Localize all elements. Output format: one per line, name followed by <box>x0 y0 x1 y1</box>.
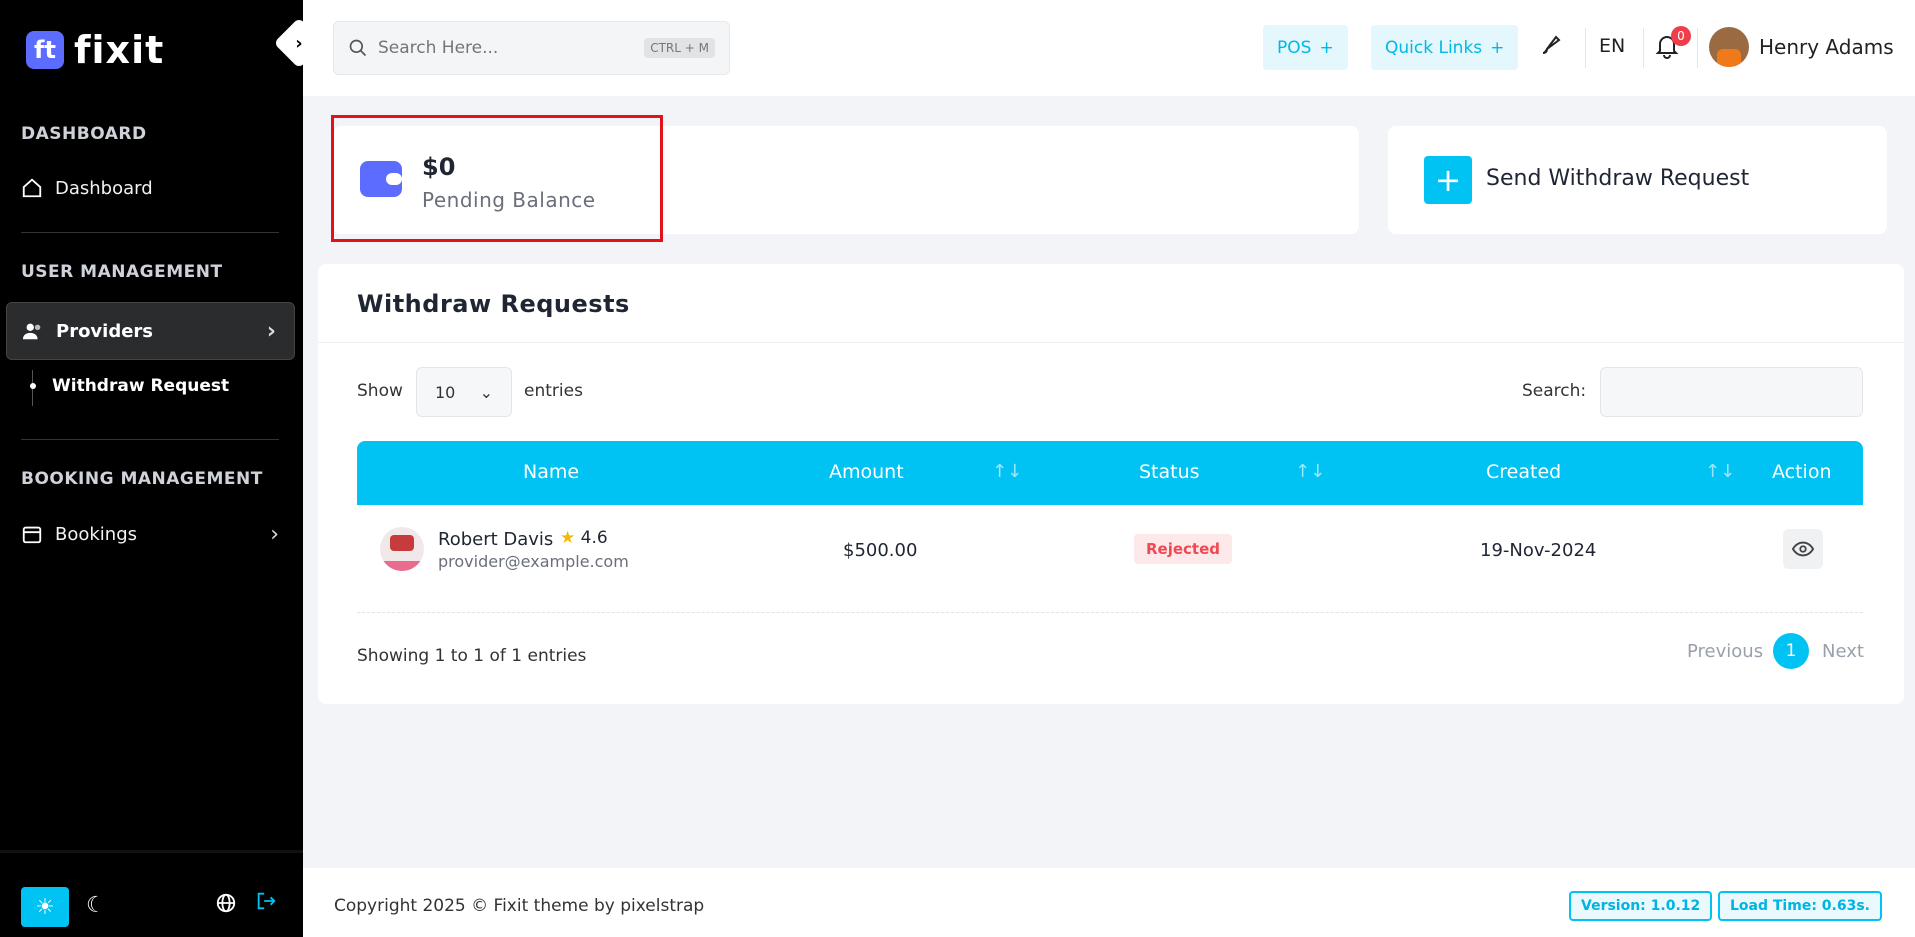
sidebar-subitem-withdraw-request[interactable]: Withdraw Request <box>30 376 229 396</box>
table-search-input[interactable] <box>1600 367 1863 417</box>
show-label: Show <box>357 381 403 401</box>
column-amount[interactable]: Amount <box>829 461 904 483</box>
sidebar-item-label: Bookings <box>55 523 138 545</box>
sort-icon[interactable]: ↑↓ <box>1705 461 1735 482</box>
brush-icon[interactable] <box>1539 33 1563 57</box>
sidebar-subitem-label: Withdraw Request <box>52 376 230 396</box>
sidebar-item-providers[interactable]: Providers › <box>6 302 295 360</box>
section-dashboard-heading: DASHBOARD <box>21 124 147 144</box>
global-search[interactable]: CTRL + M <box>333 21 730 75</box>
light-mode-toggle[interactable]: ☀ <box>21 887 69 927</box>
sidebar: ft fixit DASHBOARD Dashboard USER MANAGE… <box>0 0 303 937</box>
bullet-icon <box>30 383 36 389</box>
page-size-value: 10 <box>435 382 456 402</box>
status-badge: Rejected <box>1134 534 1233 564</box>
search-icon <box>349 39 367 57</box>
star-icon: ★ <box>560 528 576 548</box>
rating-value: 4.6 <box>580 528 608 548</box>
provider-email: provider@example.com <box>438 552 629 571</box>
top-header: CTRL + M POS + Quick Links + EN 0 Henry Ad… <box>303 0 1915 96</box>
page-title: Withdraw Requests <box>357 290 630 318</box>
version-badge: Version: 1.0.12 <box>1569 891 1713 921</box>
language-selector[interactable]: EN <box>1599 35 1625 57</box>
sidebar-divider <box>21 439 279 440</box>
header-divider <box>1697 28 1698 68</box>
copyright: Copyright 2025 © Fixit theme by pixelstr… <box>334 896 705 916</box>
send-withdraw-request-label[interactable]: Send Withdraw Request <box>1486 166 1749 191</box>
section-booking-management-heading: BOOKING MANAGEMENT <box>21 469 263 489</box>
globe-icon[interactable] <box>215 892 237 914</box>
search-input[interactable] <box>378 38 635 58</box>
chevron-down-icon: ⌄ <box>479 382 493 402</box>
plus-icon: + <box>1319 37 1334 58</box>
chevron-right-icon: › <box>270 521 279 547</box>
column-created[interactable]: Created <box>1486 461 1561 483</box>
column-action: Action <box>1772 461 1832 483</box>
logo-text: fixit <box>74 28 165 72</box>
sidebar-item-label: Dashboard <box>55 177 153 199</box>
eye-icon <box>1792 541 1814 557</box>
quick-links-label: Quick Links <box>1385 37 1483 58</box>
previous-page-button[interactable]: Previous <box>1687 641 1763 662</box>
provider-name[interactable]: Robert Davis <box>438 529 553 550</box>
sort-icon[interactable]: ↑↓ <box>992 461 1022 482</box>
page-size-select[interactable]: 10 ⌄ <box>416 367 512 417</box>
table-info: Showing 1 to 1 of 1 entries <box>357 646 587 666</box>
pos-label: POS <box>1277 37 1312 58</box>
logo-mark: ft <box>26 31 64 69</box>
sidebar-item-label: Providers <box>56 320 154 342</box>
column-status[interactable]: Status <box>1139 461 1200 483</box>
header-divider <box>1643 28 1644 68</box>
sidebar-divider <box>21 232 279 233</box>
search-shortcut: CTRL + M <box>644 38 715 58</box>
amount-cell: $500.00 <box>843 540 918 561</box>
section-user-management-heading: USER MANAGEMENT <box>21 262 223 282</box>
highlight-box <box>331 115 663 242</box>
pos-button[interactable]: POS + <box>1263 25 1348 70</box>
notification-badge: 0 <box>1671 26 1691 46</box>
user-name[interactable]: Henry Adams <box>1759 35 1894 59</box>
entries-label: entries <box>524 381 583 401</box>
table-header <box>357 441 1863 505</box>
plus-icon[interactable]: + <box>1424 156 1472 204</box>
quick-links-button[interactable]: Quick Links + <box>1371 25 1519 70</box>
page-1-button[interactable]: 1 <box>1773 633 1809 669</box>
users-icon <box>22 323 41 340</box>
sidebar-item-dashboard[interactable]: Dashboard <box>21 177 153 199</box>
home-icon <box>22 178 42 198</box>
plus-icon: + <box>1490 37 1505 58</box>
avatar <box>380 527 424 571</box>
table-search-label: Search: <box>1522 381 1587 401</box>
sort-icon[interactable]: ↑↓ <box>1295 461 1325 482</box>
created-cell: 19-Nov-2024 <box>1480 540 1597 561</box>
moon-icon[interactable]: ☾ <box>86 893 106 918</box>
header-divider <box>1585 28 1586 68</box>
avatar[interactable] <box>1709 27 1749 67</box>
next-page-button[interactable]: Next <box>1822 641 1864 662</box>
load-time-badge: Load Time: 0.63s. <box>1718 891 1882 921</box>
calendar-icon <box>22 526 42 544</box>
sidebar-item-bookings[interactable]: Bookings › <box>21 521 279 547</box>
sun-icon: ☀ <box>35 894 55 920</box>
chevron-right-icon: › <box>266 318 276 344</box>
logout-icon[interactable] <box>255 890 277 912</box>
logo[interactable]: ft fixit <box>26 28 164 72</box>
divider <box>318 342 1904 343</box>
provider-rating: ★ 4.6 <box>560 528 608 548</box>
column-name[interactable]: Name <box>523 461 579 483</box>
view-button[interactable] <box>1783 529 1823 569</box>
